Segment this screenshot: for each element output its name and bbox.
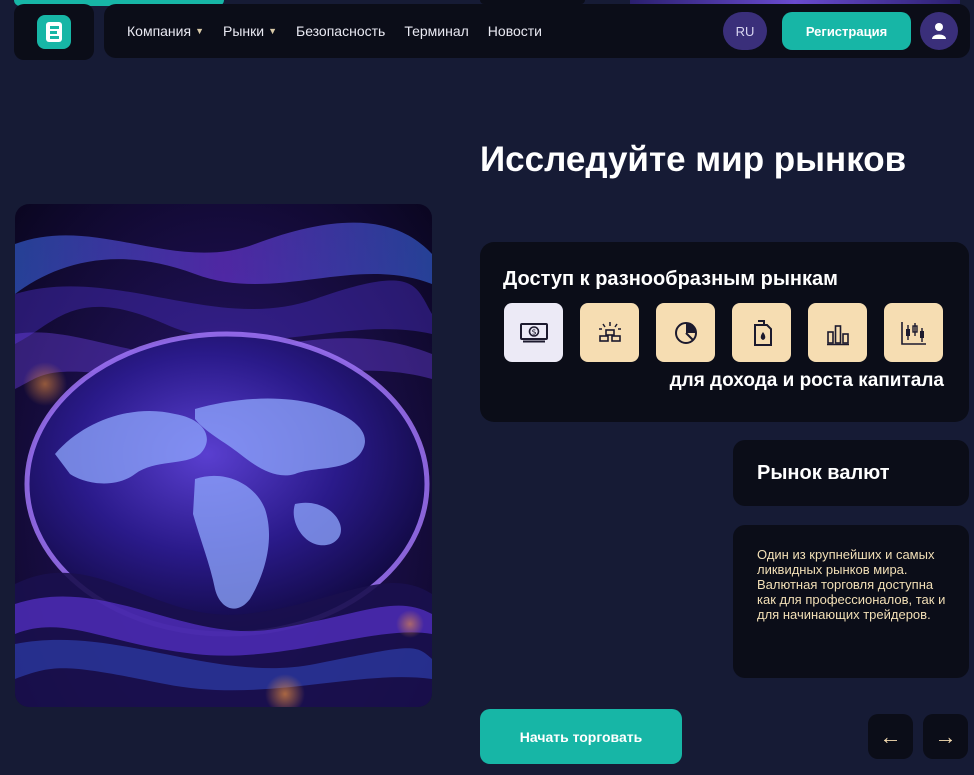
logo-link[interactable]	[14, 4, 94, 60]
svg-text:$: $	[531, 327, 536, 336]
commodities-icon	[598, 321, 621, 342]
market-tab-energy[interactable]	[732, 303, 791, 362]
pie-chart-icon	[674, 321, 697, 344]
currency-icon: $	[519, 322, 548, 342]
market-tab-crypto[interactable]	[884, 303, 943, 362]
markets-title: Доступ к разнообразным рынкам	[503, 268, 838, 290]
language-button[interactable]: RU	[723, 12, 767, 50]
start-trading-button[interactable]: Начать торговать	[480, 709, 682, 764]
register-button[interactable]: Регистрация	[782, 12, 911, 50]
candlestick-icon	[900, 321, 926, 345]
next-slide-button[interactable]: →	[923, 714, 968, 759]
prev-slide-button[interactable]: ←	[868, 714, 913, 759]
markets-subtitle: для дохода и роста капитала	[669, 370, 944, 391]
market-tab-stocks[interactable]	[808, 303, 867, 362]
nav-item-markets[interactable]: Рынки ▼	[223, 23, 277, 39]
markets-card: Доступ к разнообразным рынкам $ для дохо…	[480, 242, 969, 422]
page-title: Исследуйте мир рынков	[480, 140, 907, 179]
nav-item-label: Безопасность	[296, 23, 386, 39]
chevron-down-icon: ▼	[268, 26, 277, 36]
globe-image	[15, 204, 432, 707]
nav-item-label: Компания	[127, 23, 192, 39]
market-tab-indices[interactable]	[656, 303, 715, 362]
arrow-left-icon: ←	[879, 723, 902, 749]
brand-logo-icon	[37, 15, 71, 49]
nav-item-terminal[interactable]: Терминал	[404, 23, 468, 39]
user-account-button[interactable]	[920, 12, 958, 50]
nav-item-security[interactable]: Безопасность	[296, 23, 385, 39]
market-tab-commodities[interactable]	[580, 303, 639, 362]
chevron-down-icon: ▼	[195, 26, 204, 36]
oil-canister-icon	[753, 319, 772, 346]
nav-item-label: Новости	[487, 23, 542, 39]
market-tab-currency[interactable]: $	[504, 303, 563, 362]
nav-item-label: Рынки	[223, 23, 265, 39]
arrow-right-icon: →	[934, 723, 957, 749]
user-icon	[932, 23, 946, 39]
stocks-bars-icon	[826, 324, 849, 345]
nav-item-news[interactable]: Новости	[488, 23, 542, 39]
selected-market-description: Один из крупнейших и самых ликвидных рын…	[733, 525, 969, 678]
nav-item-company[interactable]: Компания ▼	[127, 23, 204, 39]
nav-item-label: Терминал	[404, 23, 469, 39]
selected-market-title: Рынок валют	[733, 440, 969, 506]
